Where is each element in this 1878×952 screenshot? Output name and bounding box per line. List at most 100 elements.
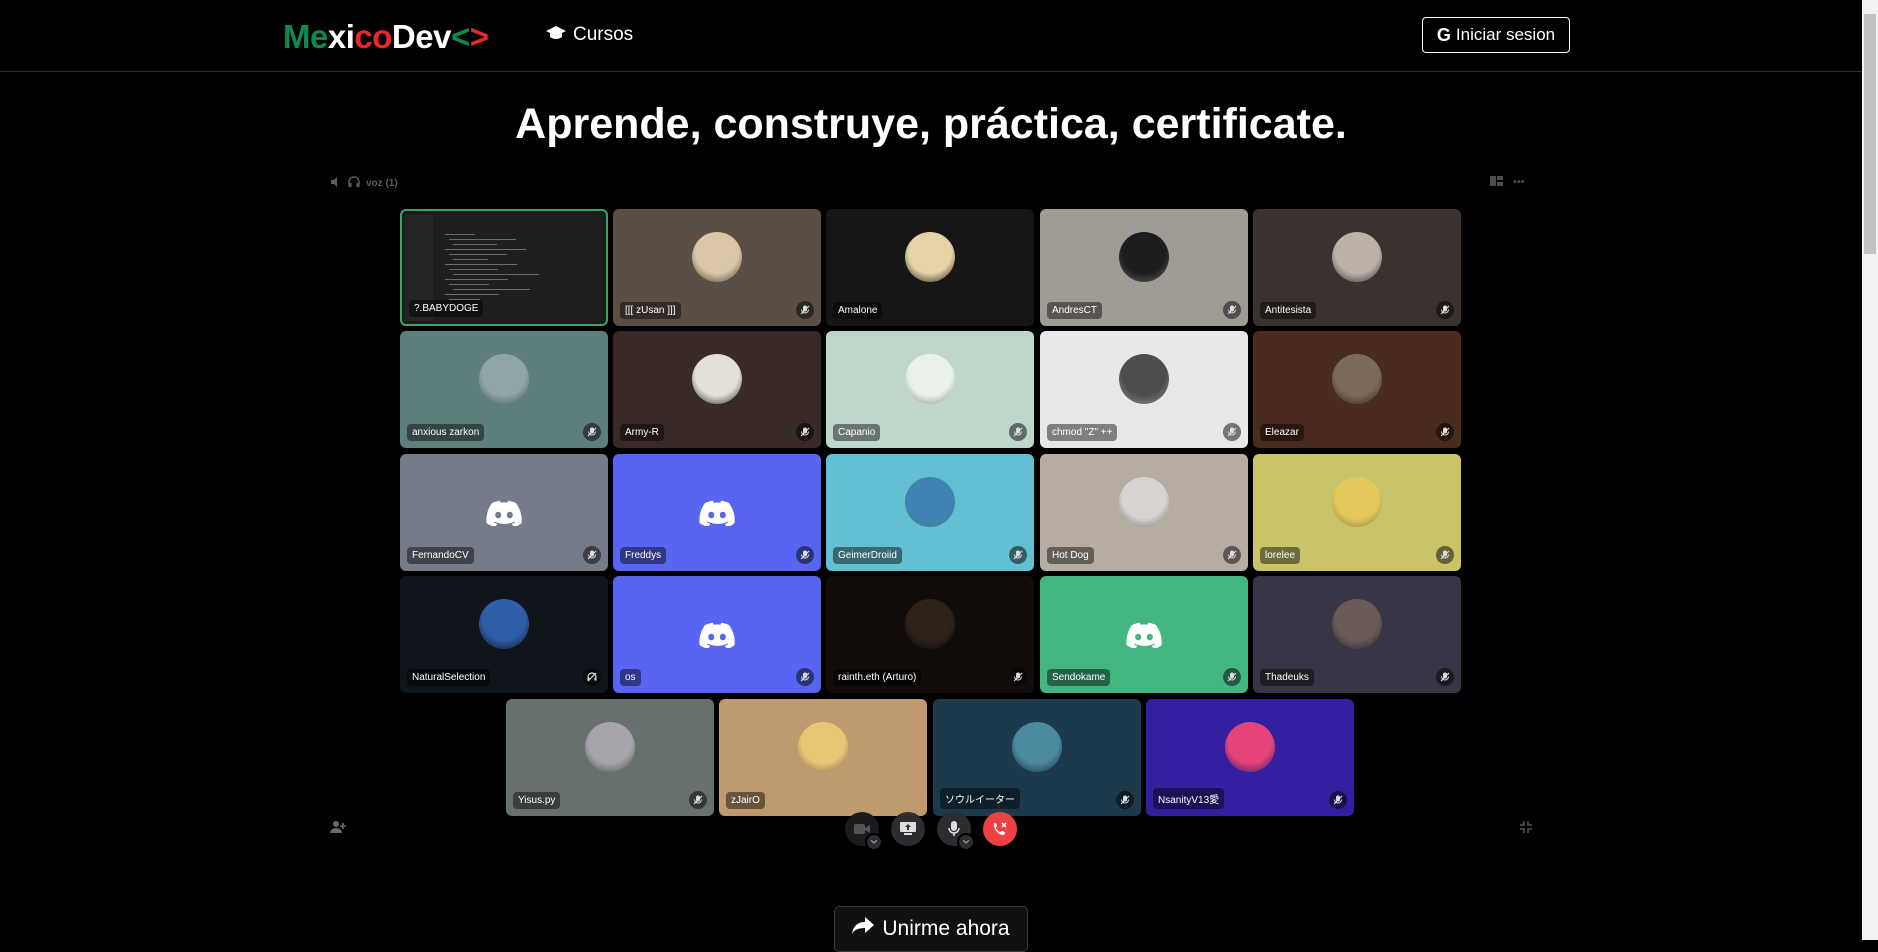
hang-up-button[interactable] xyxy=(983,812,1017,846)
brand-part: < xyxy=(450,18,470,55)
google-icon: G xyxy=(1436,24,1451,45)
muted-mic-icon xyxy=(1009,423,1027,441)
participant-name: Amalone xyxy=(833,302,883,319)
muted-mic-icon xyxy=(583,423,601,441)
participant-name: os xyxy=(620,669,641,686)
invite-user-icon[interactable] xyxy=(330,820,346,839)
avatar xyxy=(1119,477,1169,527)
avatar xyxy=(585,722,635,772)
participant-name: ソウルイーター xyxy=(940,788,1020,809)
muted-mic-icon xyxy=(796,423,814,441)
participant-tile[interactable]: GeimerDroiid xyxy=(826,454,1034,571)
participant-tile[interactable]: os xyxy=(613,576,821,693)
avatar xyxy=(905,477,955,527)
avatar xyxy=(1012,722,1062,772)
participant-name: Eleazar xyxy=(1260,424,1304,441)
deafened-icon xyxy=(583,668,601,686)
avatar xyxy=(1119,232,1169,282)
discord-logo-icon xyxy=(486,500,522,527)
participant-tile[interactable]: ソウルイーター xyxy=(933,699,1141,816)
muted-mic-icon xyxy=(1116,791,1134,809)
participant-tile[interactable]: Eleazar xyxy=(1253,331,1461,448)
brand-part: xi xyxy=(327,18,355,55)
participant-tile[interactable]: AndresCT xyxy=(1040,209,1248,326)
participant-tile[interactable]: FernandoCV xyxy=(400,454,608,571)
avatar xyxy=(905,232,955,282)
hero-title: Aprende, construye, práctica, certificat… xyxy=(515,100,1347,148)
avatar xyxy=(479,599,529,649)
call-channel-header: voz (1) xyxy=(330,176,398,191)
muted-mic-icon xyxy=(1436,546,1454,564)
muted-mic-icon xyxy=(796,546,814,564)
participant-name: NsanityV13愛 xyxy=(1153,788,1225,809)
participant-name: GeimerDroiid xyxy=(833,547,902,564)
muted-mic-icon xyxy=(1223,301,1241,319)
avatar xyxy=(905,599,955,649)
nav-link-cursos[interactable]: Cursos xyxy=(546,24,633,46)
participant-tile[interactable]: ?.BABYDOGE xyxy=(400,209,608,326)
participant-tile[interactable]: Amalone xyxy=(826,209,1034,326)
participant-name: anxious zarkon xyxy=(407,424,485,441)
grid-layout-icon[interactable] xyxy=(1490,176,1503,189)
discord-logo-icon xyxy=(699,622,735,649)
participant-tile[interactable]: Thadeuks xyxy=(1253,576,1461,693)
fullscreen-icon[interactable] xyxy=(1520,820,1532,838)
avatar xyxy=(1332,477,1382,527)
muted-mic-icon xyxy=(1009,546,1027,564)
participant-name: NaturalSelection xyxy=(407,669,491,686)
participant-tile[interactable]: Sendokame xyxy=(1040,576,1248,693)
avatar xyxy=(692,232,742,282)
participant-tile[interactable]: Yisus.py xyxy=(506,699,714,816)
participant-name: Freddys xyxy=(620,547,667,564)
participant-name: rainth.eth (Arturo) xyxy=(833,669,922,686)
avatar xyxy=(1332,232,1382,282)
discord-logo-icon xyxy=(1126,622,1162,649)
navbar: MexicoDev<> Cursos G Iniciar sesion xyxy=(0,0,1878,72)
participant-tile[interactable]: [[[ zUsan ]]] xyxy=(613,209,821,326)
participant-tile[interactable]: zJairO xyxy=(719,699,927,816)
muted-mic-icon xyxy=(583,546,601,564)
participant-name: Yisus.py xyxy=(513,792,561,809)
participant-tile[interactable]: Freddys xyxy=(613,454,821,571)
participant-name: chmod "Z" ++ xyxy=(1047,424,1118,441)
page-scrollbar[interactable] xyxy=(1862,0,1878,940)
join-button[interactable]: Unirme ahora xyxy=(834,906,1028,952)
participant-tile[interactable]: NsanityV13愛 xyxy=(1146,699,1354,816)
participant-tile[interactable]: lorelee xyxy=(1253,454,1461,571)
graduation-cap-icon xyxy=(546,24,566,46)
camera-button[interactable] xyxy=(845,812,883,851)
participant-name: Thadeuks xyxy=(1260,669,1314,686)
avatar xyxy=(1119,354,1169,404)
muted-mic-icon xyxy=(689,791,707,809)
avatar xyxy=(1332,599,1382,649)
muted-mic-icon xyxy=(1223,546,1241,564)
participant-tile[interactable]: Army-R xyxy=(613,331,821,448)
participant-name: Capanio xyxy=(833,424,881,441)
participant-tile[interactable]: chmod "Z" ++ xyxy=(1040,331,1248,448)
chevron-down-icon[interactable] xyxy=(865,833,883,851)
nav-link-label: Cursos xyxy=(573,24,634,45)
participant-tile[interactable]: anxious zarkon xyxy=(400,331,608,448)
brand-logo[interactable]: MexicoDev<> xyxy=(283,18,489,56)
login-button[interactable]: G Iniciar sesion xyxy=(1422,17,1570,53)
muted-mic-icon xyxy=(1436,301,1454,319)
speaker-icon xyxy=(330,176,342,191)
participant-tile[interactable]: NaturalSelection xyxy=(400,576,608,693)
screen-share-button[interactable] xyxy=(891,812,925,846)
microphone-button[interactable] xyxy=(937,812,975,851)
more-options-icon[interactable]: ••• xyxy=(1513,176,1525,189)
participant-tile[interactable]: Hot Dog xyxy=(1040,454,1248,571)
participant-tile[interactable]: Antitesista xyxy=(1253,209,1461,326)
muted-mic-icon xyxy=(1009,668,1027,686)
scrollbar-thumb[interactable] xyxy=(1864,14,1876,254)
participant-name: zJairO xyxy=(726,792,765,809)
chevron-down-icon[interactable] xyxy=(957,833,975,851)
join-button-label: Unirme ahora xyxy=(882,917,1010,940)
muted-mic-icon xyxy=(1223,668,1241,686)
brand-part: > xyxy=(469,18,489,55)
participant-name: AndresCT xyxy=(1047,302,1103,319)
participant-tile[interactable]: Capanio xyxy=(826,331,1034,448)
avatar xyxy=(1332,354,1382,404)
participant-name: Army-R xyxy=(620,424,664,441)
participant-tile[interactable]: rainth.eth (Arturo) xyxy=(826,576,1034,693)
